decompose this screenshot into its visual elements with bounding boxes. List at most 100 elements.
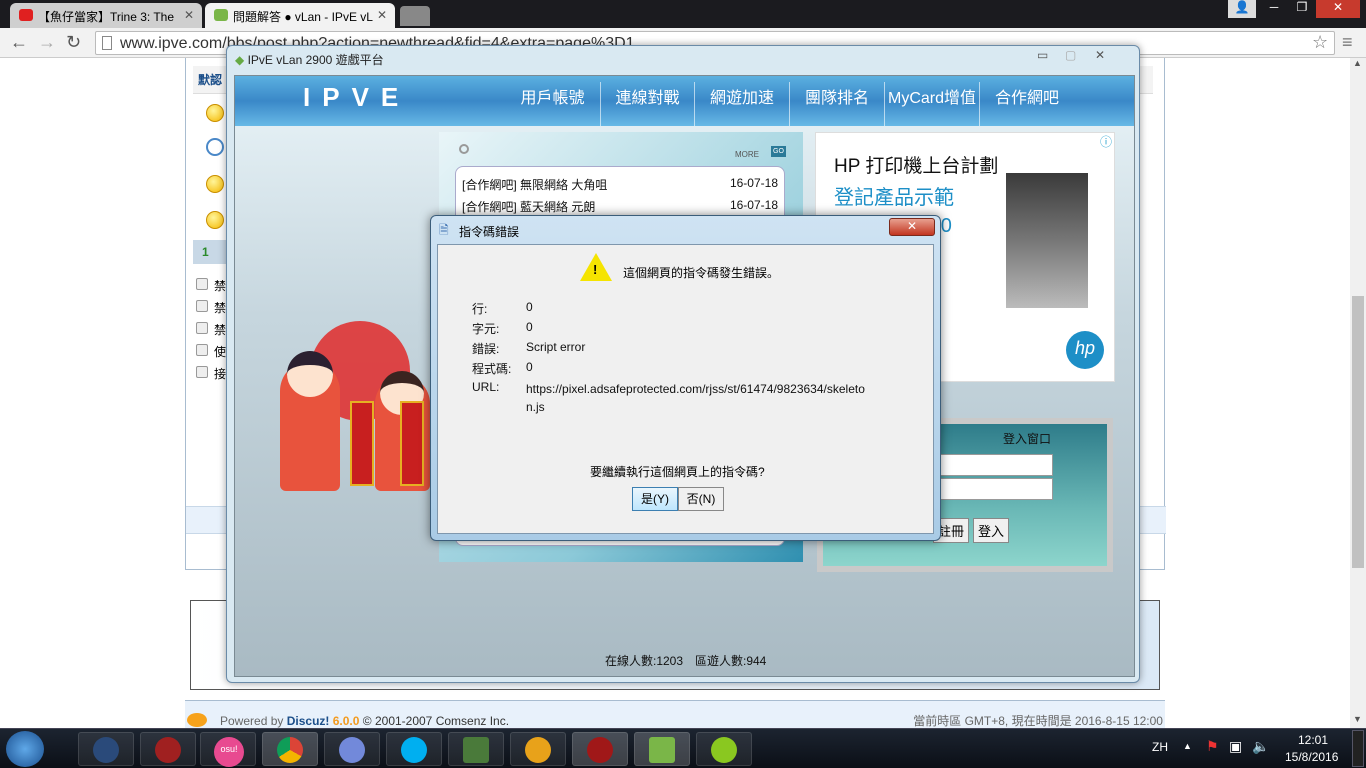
skype-icon <box>401 737 427 763</box>
news-more-link[interactable]: MORE <box>735 150 759 159</box>
dialog-body: ! 這個網頁的指令碼發生錯誤。 行: 0 字元: 0 錯誤: Script error… <box>437 244 934 534</box>
option-checkbox[interactable] <box>196 278 208 290</box>
url-label: URL: <box>472 380 500 394</box>
server-time: 當前時區 GMT+8, 現在時間是 2016-8-15 12:00 <box>913 714 1163 728</box>
online-count: 在線人數:1203 <box>605 654 684 668</box>
taskbar-skype[interactable] <box>386 732 442 766</box>
clock-date[interactable]: 15/8/2016 <box>1285 750 1338 764</box>
action-center-flag-icon[interactable]: ⚑ <box>1206 738 1219 755</box>
browser-tab-bar: 【魚仔當家】Trine 3: The ✕ 問題解答 ● vLan - IPvE … <box>0 0 1366 28</box>
continue-question: 要繼續執行這個網頁上的指令碼? <box>590 465 765 479</box>
taskbar-app[interactable] <box>510 732 566 766</box>
discuz-link[interactable]: Discuz! <box>287 714 330 728</box>
restore-icon[interactable]: ❐ <box>1288 0 1316 18</box>
username-input[interactable] <box>933 454 1053 476</box>
ad-info-icon[interactable]: ⓘ <box>1100 133 1112 150</box>
taskbar-app[interactable] <box>696 732 752 766</box>
printer-image <box>1006 173 1088 308</box>
ipve-icon <box>214 9 228 21</box>
close-tab-icon[interactable]: ✕ <box>184 8 194 22</box>
error-value: Script error <box>526 340 586 354</box>
app-header: IPVE 用戶帳號 連線對戰 網遊加速 團隊排名 MyCard增值 合作網吧 <box>235 76 1134 126</box>
password-input[interactable] <box>933 478 1053 500</box>
taskbar-discord[interactable] <box>324 732 380 766</box>
taskbar-chrome[interactable] <box>262 732 318 766</box>
start-button[interactable] <box>6 731 44 767</box>
ad-title: HP 打印機上台計劃 <box>834 156 999 177</box>
news-go-button[interactable]: GO <box>771 146 786 157</box>
scrollbar-thumb[interactable] <box>1352 296 1364 568</box>
tab-ipve[interactable]: 問題解答 ● vLan - IPvE vL ✕ <box>205 3 395 28</box>
taskbar-osu[interactable]: osu! <box>200 732 256 767</box>
option-checkbox[interactable] <box>196 322 208 334</box>
taskbar-app[interactable] <box>448 732 504 766</box>
news-title[interactable]: [合作網吧] 藍天網絡 元朗 <box>462 200 595 214</box>
close-window-icon[interactable]: ✕ <box>1316 0 1360 18</box>
ipve-logo: IPVE <box>303 82 411 112</box>
nav-partner-cafe[interactable]: 合作網吧 <box>979 82 1074 126</box>
minimize-icon[interactable]: ─ <box>1260 0 1288 18</box>
back-icon[interactable]: ← <box>10 32 28 53</box>
scroll-down-icon[interactable]: ▼ <box>1353 714 1362 724</box>
blush-smiley-icon[interactable] <box>206 175 224 193</box>
bookmark-star-icon[interactable]: ☆ <box>1312 32 1328 53</box>
yes-button[interactable]: 是(Y) <box>632 487 678 511</box>
reload-icon[interactable]: ↻ <box>66 32 81 53</box>
option-checkbox[interactable] <box>196 300 208 312</box>
close-icon[interactable]: ✕ <box>1095 48 1105 62</box>
scroll-up-icon[interactable]: ▲ <box>1353 58 1362 68</box>
page-icon <box>102 36 112 50</box>
maximize-icon[interactable]: ▢ <box>1065 48 1076 62</box>
login-button[interactable]: 登入 <box>973 518 1010 543</box>
checkbox-label: 禁 <box>214 279 227 293</box>
menu-icon[interactable]: ≡ <box>1342 32 1353 53</box>
forward-icon[interactable]: → <box>38 32 56 53</box>
smiley-icon[interactable] <box>206 104 224 122</box>
language-indicator[interactable]: ZH <box>1152 740 1168 754</box>
clock-time[interactable]: 12:01 <box>1298 733 1328 747</box>
code-label: 程式碼: <box>472 362 512 376</box>
show-hidden-icons[interactable]: ▲ <box>1183 741 1192 751</box>
grin-smiley-icon[interactable] <box>206 211 224 229</box>
taskbar-app[interactable] <box>140 732 196 766</box>
nav-account[interactable]: 用戶帳號 <box>505 82 600 126</box>
dialog-close-button[interactable]: ✕ <box>889 218 935 236</box>
media-player-icon <box>525 737 551 763</box>
tab-youtube[interactable]: 【魚仔當家】Trine 3: The ✕ <box>10 3 202 28</box>
checkbox-label: 禁 <box>214 301 227 315</box>
line-label: 行: <box>472 302 488 316</box>
taskbar-ipve[interactable] <box>634 732 690 766</box>
discord-icon <box>339 737 365 763</box>
network-icon[interactable]: ▣ <box>1229 738 1242 755</box>
taskbar-app[interactable] <box>78 732 134 766</box>
new-tab-button[interactable] <box>400 6 430 26</box>
checkbox-label: 使 <box>214 345 227 359</box>
app-icon <box>587 737 613 763</box>
error-message: 這個網頁的指令碼發生錯誤。 <box>623 266 780 280</box>
page-number[interactable]: 1 <box>202 245 209 259</box>
minimize-icon[interactable]: ▭ <box>1037 48 1048 62</box>
news-item[interactable]: [合作網吧] 藍天網絡 元朗 16-07-18 <box>462 198 778 215</box>
clock-smiley-icon[interactable] <box>206 138 224 156</box>
checkbox-label: 接 <box>214 367 227 381</box>
no-button[interactable]: 否(N) <box>678 487 724 511</box>
taskbar-app[interactable] <box>572 732 628 766</box>
user-icon[interactable]: 👤 <box>1228 0 1256 18</box>
page-scrollbar[interactable]: ▲ ▼ <box>1350 58 1366 728</box>
nav-ranking[interactable]: 團隊排名 <box>789 82 884 126</box>
nav-accelerate[interactable]: 網遊加速 <box>694 82 789 126</box>
nav-mycard[interactable]: MyCard增值 <box>884 82 979 126</box>
close-tab-icon[interactable]: ✕ <box>377 8 387 22</box>
option-checkbox[interactable] <box>196 366 208 378</box>
news-title[interactable]: [合作網吧] 無限網絡 大角咀 <box>462 178 607 192</box>
warning-exclamation: ! <box>593 262 598 277</box>
show-desktop-button[interactable] <box>1352 730 1364 767</box>
plus-icon <box>711 737 737 763</box>
volume-icon[interactable]: 🔈 <box>1252 738 1269 755</box>
dialog-title: 指令碼錯誤 <box>459 225 520 239</box>
error-label: 錯誤: <box>472 342 500 356</box>
option-checkbox[interactable] <box>196 344 208 356</box>
news-item[interactable]: [合作網吧] 無限網絡 大角咀 16-07-18 <box>462 176 778 193</box>
news-date: 16-07-18 <box>729 176 778 190</box>
nav-battle[interactable]: 連線對戰 <box>600 82 694 126</box>
